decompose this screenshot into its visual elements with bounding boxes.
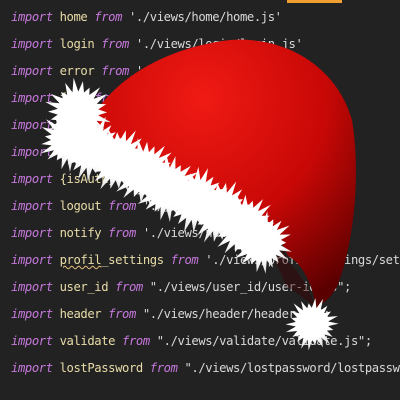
code-line[interactable]: import validate from "./views/validate/v… xyxy=(11,328,400,355)
identifier: error xyxy=(59,64,95,78)
code-line[interactable]: import header from "./views/header/heade… xyxy=(11,301,400,328)
module-path-string: "./views/lostpassword/lostpassword.js" xyxy=(184,361,400,375)
keyword-from: from xyxy=(94,10,122,24)
keyword-from: from xyxy=(122,334,150,348)
identifier: _settings xyxy=(101,253,164,267)
keyword-from: from xyxy=(108,199,136,213)
identifier: header xyxy=(59,307,102,321)
module-path-string: "./views/validate/validate.js" xyxy=(156,334,366,348)
keyword-from: from xyxy=(101,37,129,51)
keyword-from: from xyxy=(108,307,136,321)
semicolon: ; xyxy=(344,280,351,294)
tab-accent-bar xyxy=(287,0,342,3)
editor-window: import home from './views/home/home.js' i… xyxy=(0,0,400,400)
identifier: validate xyxy=(59,334,116,348)
keyword-import: import xyxy=(11,226,53,240)
identifier: home xyxy=(59,10,88,24)
identifier-misspelled: profil xyxy=(59,253,102,267)
identifier: lostPassword xyxy=(59,361,144,375)
keyword-import: import xyxy=(11,91,53,105)
keyword-import: import xyxy=(11,64,53,78)
module-path-string: './views/error/error.js' xyxy=(135,64,303,78)
module-path-string: './views/profile/profile.js' xyxy=(149,145,345,159)
code-line[interactable]: import lostPassword from "./views/lostpa… xyxy=(11,355,400,382)
semicolon: ; xyxy=(364,334,372,348)
keyword-import: import xyxy=(11,37,53,51)
keyword-import: import xyxy=(11,307,53,321)
identifier: user_id xyxy=(59,280,109,294)
keyword-from: from xyxy=(149,361,178,375)
identifier: logout xyxy=(59,199,102,213)
code-line[interactable]: import home from './views/home/home.js' xyxy=(11,4,400,31)
module-path-string: './views/home/home.js' xyxy=(128,10,282,24)
keyword-import: import xyxy=(11,172,53,186)
module-path-string: './views/login/login.js' xyxy=(135,37,303,51)
keyword-import: import xyxy=(11,280,53,294)
module-path-string: "./views/user_id/user-id.js" xyxy=(149,280,345,294)
identifier: notify xyxy=(59,226,102,240)
code-line[interactable]: import profil_settings from './views/pro… xyxy=(11,247,400,274)
identifier: login xyxy=(59,37,95,51)
keyword-import: import xyxy=(11,10,53,24)
module-path-string: './views/profil_settings/settings.js' xyxy=(205,253,400,267)
keyword-from: from xyxy=(115,280,143,294)
keyword-import: import xyxy=(11,199,53,213)
keyword-from: from xyxy=(170,253,199,267)
keyword-from: from xyxy=(108,226,136,240)
code-line[interactable]: import login from './views/login/login.j… xyxy=(11,31,400,58)
code-line[interactable]: import error from './views/error/error.j… xyxy=(11,58,400,85)
module-path-string: './views/chat/chat.js' xyxy=(128,118,282,132)
code-line[interactable]: import user_id from "./views/user_id/use… xyxy=(11,274,400,301)
keyword-import: import xyxy=(11,361,53,375)
module-path-string: './views/feed/feed.js' xyxy=(128,91,282,105)
keyword-import: import xyxy=(11,334,53,348)
keyword-import: import xyxy=(11,253,53,267)
keyword-from: from xyxy=(101,64,129,78)
